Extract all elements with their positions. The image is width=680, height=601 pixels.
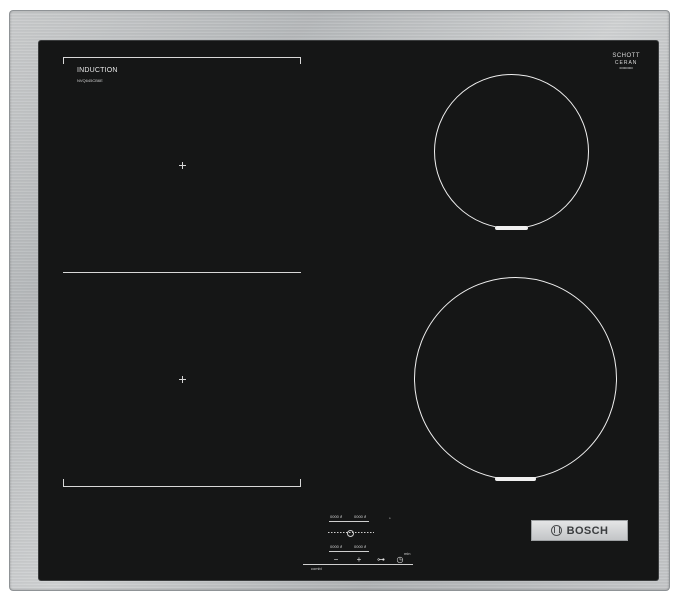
- zone-display-3[interactable]: 0000 ∂: [330, 544, 342, 549]
- zone-display-2[interactable]: 0000 ∂: [354, 514, 366, 519]
- brand-name: BOSCH: [566, 524, 609, 537]
- flex-zone-bottom-line: [63, 486, 301, 487]
- zone-indicator-right-rear: [495, 226, 528, 230]
- flex-zone-top-left-tick: [63, 57, 64, 64]
- zone-display-4[interactable]: 0000 ∂: [354, 544, 366, 549]
- flex-zone-top-right-tick: [300, 57, 301, 64]
- control-line-1: [329, 521, 369, 522]
- flex-zone-rear-center-mark: [179, 376, 186, 383]
- slider-bar[interactable]: [303, 564, 413, 565]
- cooking-zone-right-rear[interactable]: [434, 74, 589, 229]
- model-number: NVQ645CB6E: [77, 78, 103, 83]
- plus-button[interactable]: +: [354, 556, 364, 564]
- induction-label: INDUCTION: [77, 67, 118, 74]
- flex-zone-bottom-left-tick: [63, 479, 64, 487]
- bosch-armature-icon: [550, 525, 562, 536]
- zone-display-1[interactable]: 0000 ∂: [330, 514, 342, 519]
- schott-ceran-logo: SCHOTT CERAN 00000000: [612, 53, 640, 71]
- flex-zone-divider: [63, 272, 301, 273]
- brand-plate: BOSCH: [531, 520, 628, 541]
- schott-text: SCHOTT: [612, 53, 640, 59]
- ceran-code: 00000000: [619, 66, 633, 70]
- ceramic-glass-surface: INDUCTION NVQ645CB6E SCHOTT CERAN 000000…: [39, 41, 658, 580]
- minus-button[interactable]: −: [331, 556, 341, 564]
- flex-zone-bottom-right-tick: [300, 479, 301, 487]
- stainless-frame: INDUCTION NVQ645CB6E SCHOTT CERAN 000000…: [9, 10, 670, 591]
- flex-zone-top-line: [63, 57, 301, 58]
- center-point-icon: [347, 530, 354, 537]
- timer-button[interactable]: ◷: [395, 556, 405, 564]
- flex-zone-front-center-mark: [179, 162, 186, 169]
- key-lock-button[interactable]: ⊶: [376, 556, 386, 564]
- cooking-zone-right-front[interactable]: [414, 277, 617, 480]
- combi-label: combi: [311, 566, 322, 571]
- zone-indicator-right-front: [495, 477, 536, 481]
- control-line-2: [329, 551, 369, 552]
- lock-indicator[interactable]: ᵒ: [389, 516, 391, 521]
